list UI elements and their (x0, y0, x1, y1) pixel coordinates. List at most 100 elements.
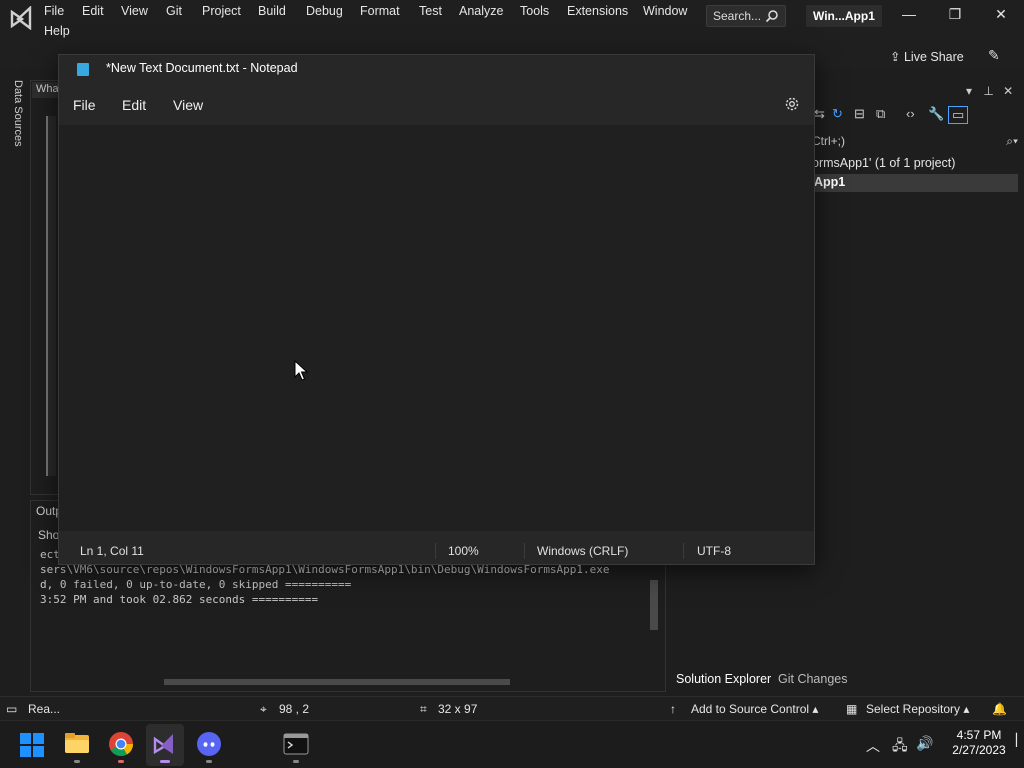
status-size: 32 x 97 (438, 702, 478, 716)
vs-menu-file[interactable]: File (44, 4, 64, 18)
select-repository-button[interactable]: Select Repository ▴ (866, 702, 969, 716)
show-all-files-icon[interactable]: ⧉ (876, 106, 885, 122)
close-icon[interactable]: ✕ (1003, 84, 1013, 98)
output-line: d, 0 failed, 0 up-to-date, 0 skipped ===… (40, 578, 352, 591)
notepad-encoding: UTF-8 (697, 544, 731, 558)
share-icon: ⇪ (890, 50, 901, 64)
notification-bell-icon[interactable]: 🔔 (992, 702, 1007, 716)
notepad-title-bar[interactable]: *New Text Document.txt - Notepad (59, 55, 814, 83)
select-repository-label: Select Repository (866, 702, 961, 716)
notepad-window: *New Text Document.txt - Notepad File Ed… (58, 54, 815, 565)
add-source-control-button[interactable]: Add to Source Control ▴ (691, 702, 818, 716)
solution-search-input[interactable]: Ctrl+;) ⌕▾ (812, 134, 1018, 152)
add-source-control-label: Add to Source Control (691, 702, 810, 716)
output-vertical-scrollbar[interactable] (648, 574, 660, 670)
windows-start-icon[interactable] (20, 733, 44, 757)
tab-git-changes[interactable]: Git Changes (778, 672, 847, 686)
preview-icon[interactable]: ▭ (948, 106, 969, 124)
vs-search-label: Search... (713, 9, 762, 23)
chrome-icon[interactable] (108, 731, 134, 757)
vs-menu-project[interactable]: Project (202, 4, 241, 18)
show-desktop-icon[interactable]: ▏ (1016, 733, 1024, 747)
taskbar-indicator (74, 760, 80, 763)
vs-menu-build[interactable]: Build (258, 4, 286, 18)
terminal-icon[interactable] (283, 733, 309, 755)
output-horizontal-scrollbar[interactable] (36, 676, 640, 688)
refresh-icon[interactable]: ↻ (832, 106, 843, 122)
discord-icon[interactable] (196, 731, 222, 757)
vs-menu-tools[interactable]: Tools (520, 4, 549, 18)
clock-date: 2/27/2023 (952, 743, 1006, 757)
collapse-all-icon[interactable]: ⊟ (854, 106, 865, 122)
status-ready: Rea... (28, 702, 61, 716)
chevron-up-icon[interactable]: ︿ (866, 736, 880, 756)
volume-icon[interactable]: 🔊 (916, 735, 933, 752)
repository-icon: ▦ (846, 702, 858, 716)
taskbar-indicator (293, 760, 299, 763)
solution-project-node[interactable]: App1 (810, 174, 1018, 192)
file-explorer-icon[interactable] (64, 731, 90, 755)
tab-solution-explorer[interactable]: Solution Explorer (676, 672, 771, 686)
vs-menu-git[interactable]: Git (166, 4, 182, 18)
sync-icon[interactable]: ⇆ (814, 106, 825, 122)
solution-search-hint: Ctrl+;) (812, 134, 845, 148)
vs-menu-debug[interactable]: Debug (306, 4, 343, 18)
notepad-menu-edit[interactable]: Edit (122, 97, 146, 113)
status-divider (683, 543, 684, 559)
search-icon: ⌕▾ (1006, 134, 1018, 148)
notepad-title: *New Text Document.txt - Notepad (106, 61, 298, 75)
solution-root-node[interactable]: ormsApp1' (1 of 1 project) (812, 156, 955, 170)
arrow-up-icon: ↑ (670, 702, 676, 716)
notepad-menu-view[interactable]: View (173, 97, 203, 113)
vs-menu-format[interactable]: Format (360, 4, 400, 18)
size-icon: ⌗ (420, 702, 427, 716)
vs-menu-view[interactable]: View (121, 4, 148, 18)
notepad-zoom-level: 100% (448, 544, 479, 558)
live-share-label: Live Share (903, 50, 964, 64)
vs-menu-help[interactable]: Help (44, 24, 70, 38)
solution-name-badge[interactable]: Win...App1 (806, 5, 882, 27)
minimize-icon[interactable]: — (894, 6, 924, 22)
status-position: 98 , 2 (279, 702, 310, 716)
vs-menu-window[interactable]: Window (643, 4, 687, 18)
output-show-label: Sho (38, 528, 60, 542)
status-divider (435, 543, 436, 559)
gear-icon[interactable] (783, 95, 801, 113)
search-icon (765, 10, 778, 23)
taskbar-indicator (118, 760, 124, 763)
taskbar-indicator (160, 760, 170, 763)
code-view-icon[interactable]: ‹› (906, 106, 915, 121)
vs-menu-extensions[interactable]: Extensions (567, 4, 628, 18)
clock-time: 4:57 PM (956, 728, 1002, 742)
solution-panel-tabs: Solution Explorer Git Changes (672, 670, 1024, 690)
notepad-menu-file[interactable]: File (73, 97, 96, 113)
taskbar-clock[interactable]: 4:57 PM 2/27/2023 (942, 728, 1016, 758)
restore-icon[interactable]: ❐ (940, 6, 970, 23)
live-share-button[interactable]: ⇪ Live Share (890, 49, 964, 64)
network-icon[interactable]: 🖧 (892, 735, 908, 759)
notepad-cursor-position: Ln 1, Col 11 (80, 544, 144, 558)
position-icon: ⌖ (260, 702, 267, 716)
vs-menu-test[interactable]: Test (419, 4, 442, 18)
notepad-icon (77, 63, 89, 76)
vs-menu-edit[interactable]: Edit (82, 4, 104, 18)
visual-studio-logo-icon[interactable] (8, 6, 36, 30)
notepad-menu-bar: File Edit View (59, 91, 814, 121)
visual-studio-icon[interactable] (152, 731, 178, 757)
vs-status-bar: ▭ Rea... ⌖ 98 , 2 ⌗ 32 x 97 ↑ Add to Sou… (0, 696, 1024, 720)
output-line: ect (40, 548, 60, 561)
data-sources-tab[interactable]: Data Sources (4, 80, 24, 160)
mouse-pointer-icon (294, 360, 308, 381)
panel-controls: ▾ ⊥ ✕ (966, 84, 1013, 98)
close-icon[interactable]: ✕ (986, 6, 1016, 23)
pin-icon[interactable]: ⊥ (983, 84, 993, 98)
properties-icon[interactable]: 🔧 (928, 106, 944, 122)
solution-explorer-toolbar: ⇆ ↻ ⊟ ⧉ ‹› 🔧 ▭ (812, 106, 1024, 128)
notepad-text-area[interactable] (59, 125, 814, 531)
vs-search-box[interactable]: Search... (706, 5, 786, 27)
notepad-status-bar: Ln 1, Col 11 100% Windows (CRLF) UTF-8 (59, 539, 814, 563)
feedback-icon[interactable]: ✎ (988, 47, 1000, 64)
chevron-down-icon[interactable]: ▾ (966, 84, 972, 98)
vs-menu-analyze[interactable]: Analyze (459, 4, 503, 18)
status-divider (524, 543, 525, 559)
